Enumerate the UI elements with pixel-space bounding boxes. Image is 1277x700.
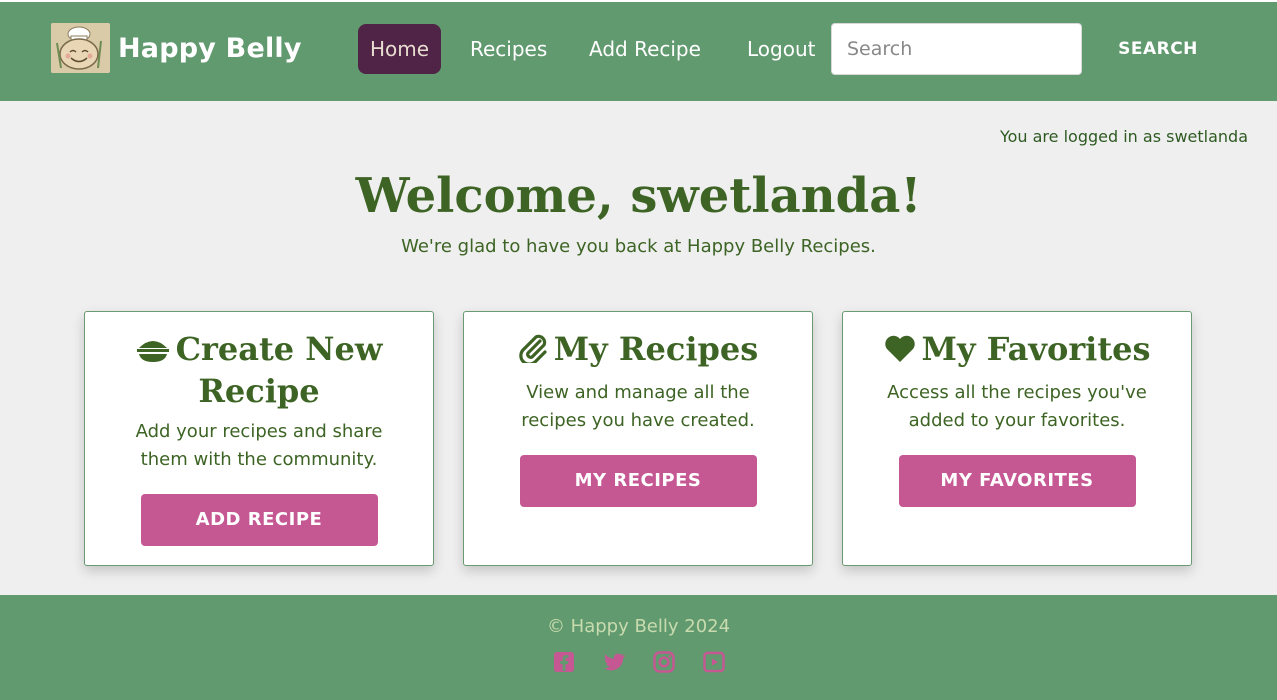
twitter-icon[interactable] xyxy=(602,650,626,674)
card-text: Add your recipes and share them with the… xyxy=(135,421,383,470)
my-recipes-card: My Recipes View and manage all the recip… xyxy=(463,311,813,566)
facebook-icon[interactable] xyxy=(552,650,576,674)
copyright: © Happy Belly 2024 xyxy=(546,616,731,637)
nav-add-recipe[interactable]: Add Recipe xyxy=(579,24,711,74)
bowl-icon xyxy=(136,333,170,372)
footer: © Happy Belly 2024 xyxy=(0,595,1277,700)
add-recipe-button[interactable]: ADD RECIPE xyxy=(140,494,378,546)
brand-name: Happy Belly xyxy=(118,32,302,64)
my-favorites-button[interactable]: MY FAVORITES xyxy=(898,455,1136,507)
paperclip-icon xyxy=(518,333,548,372)
nav-logout[interactable]: Logout xyxy=(737,24,825,74)
card-title: My Recipes xyxy=(464,330,812,372)
nav-home[interactable]: Home xyxy=(358,24,441,74)
my-favorites-card: My Favorites Access all the recipes you'… xyxy=(842,311,1192,566)
card-title-text: My Favorites xyxy=(921,330,1151,368)
card-title: Create New Recipe xyxy=(85,330,433,411)
search-button[interactable]: SEARCH xyxy=(1103,24,1213,74)
welcome-subtitle: We're glad to have you back at Happy Bel… xyxy=(401,236,876,257)
heart-icon xyxy=(884,333,916,372)
card-title: My Favorites xyxy=(843,330,1191,372)
logged-in-status: You are logged in as swetlanda xyxy=(999,127,1248,146)
social-links xyxy=(0,650,1277,674)
card-text: Access all the recipes you've added to y… xyxy=(887,382,1147,431)
chef-logo-icon xyxy=(51,23,110,73)
search-input[interactable] xyxy=(831,23,1082,75)
navbar: Happy Belly Home Recipes Add Recipe Logo… xyxy=(0,0,1277,101)
my-recipes-button[interactable]: MY RECIPES xyxy=(519,455,757,507)
card-title-text: Create New Recipe xyxy=(175,330,383,410)
youtube-icon[interactable] xyxy=(702,650,726,674)
welcome-title: Welcome, swetlanda! xyxy=(355,168,922,224)
brand-link[interactable]: Happy Belly xyxy=(51,23,302,73)
instagram-icon[interactable] xyxy=(652,650,676,674)
create-recipe-card: Create New Recipe Add your recipes and s… xyxy=(84,311,434,566)
card-title-text: My Recipes xyxy=(553,330,759,368)
nav-recipes[interactable]: Recipes xyxy=(460,24,557,74)
card-text: View and manage all the recipes you have… xyxy=(521,382,755,431)
